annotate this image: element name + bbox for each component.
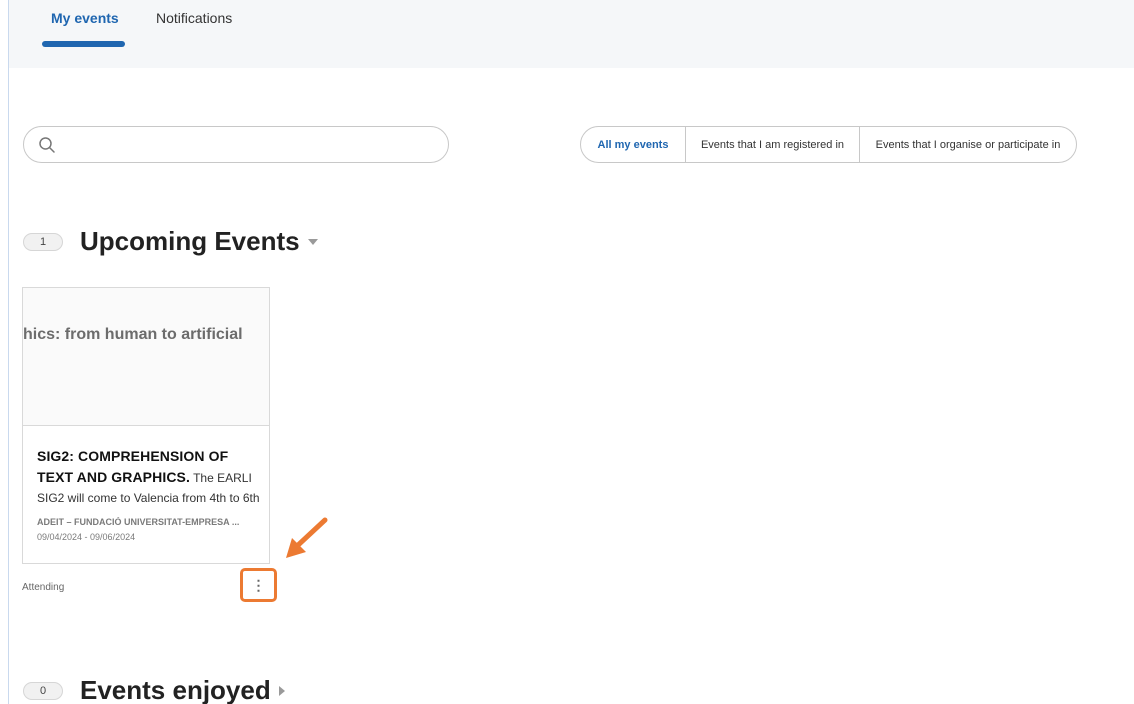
upcoming-events-title: Upcoming Events — [80, 226, 300, 256]
event-dates: 09/04/2024 - 09/06/2024 — [37, 532, 136, 542]
caret-right-icon[interactable] — [278, 685, 285, 696]
caret-down-icon[interactable] — [307, 238, 318, 245]
enjoyed-count-badge: 0 — [23, 681, 63, 700]
tab-notifications[interactable]: Notifications — [156, 10, 232, 26]
search-icon — [39, 137, 55, 153]
attendance-status: Attending — [22, 582, 65, 593]
event-summary: SIG2: COMPREHENSION OF TEXT AND GRAPHICS… — [37, 446, 263, 506]
active-tab-indicator — [42, 41, 125, 47]
event-organizer: ADEIT – FUNDACIÓ UNIVERSITAT-EMPRESA ... — [37, 517, 240, 527]
more-vertical-icon: ⋮ — [251, 577, 266, 593]
tab-my-events[interactable]: My events — [51, 10, 119, 26]
left-border — [8, 0, 9, 704]
more-options-button[interactable]: ⋮ — [240, 568, 277, 602]
filter-organised-events[interactable]: Events that I organise or participate in — [860, 127, 1076, 162]
arrow-pointer-icon — [286, 517, 328, 558]
events-enjoyed-title: Events enjoyed — [80, 675, 271, 704]
search-input[interactable] — [66, 133, 436, 157]
events-enjoyed-header[interactable]: 0 Events enjoyed — [23, 675, 285, 704]
upcoming-count-badge: 1 — [23, 232, 63, 251]
event-banner-text: hics: from human to artificial — [23, 326, 243, 343]
event-card[interactable]: hics: from human to artificial SIG2: COM… — [22, 287, 270, 564]
event-filter-group: All my events Events that I am registere… — [580, 126, 1077, 163]
filter-all-my-events[interactable]: All my events — [581, 127, 686, 162]
event-banner-image: hics: from human to artificial — [23, 288, 269, 426]
search-box[interactable] — [23, 126, 449, 163]
upcoming-events-header[interactable]: 1 Upcoming Events — [23, 226, 318, 257]
top-tab-bar: My events Notifications — [9, 0, 1134, 68]
filter-registered-events[interactable]: Events that I am registered in — [686, 127, 860, 162]
